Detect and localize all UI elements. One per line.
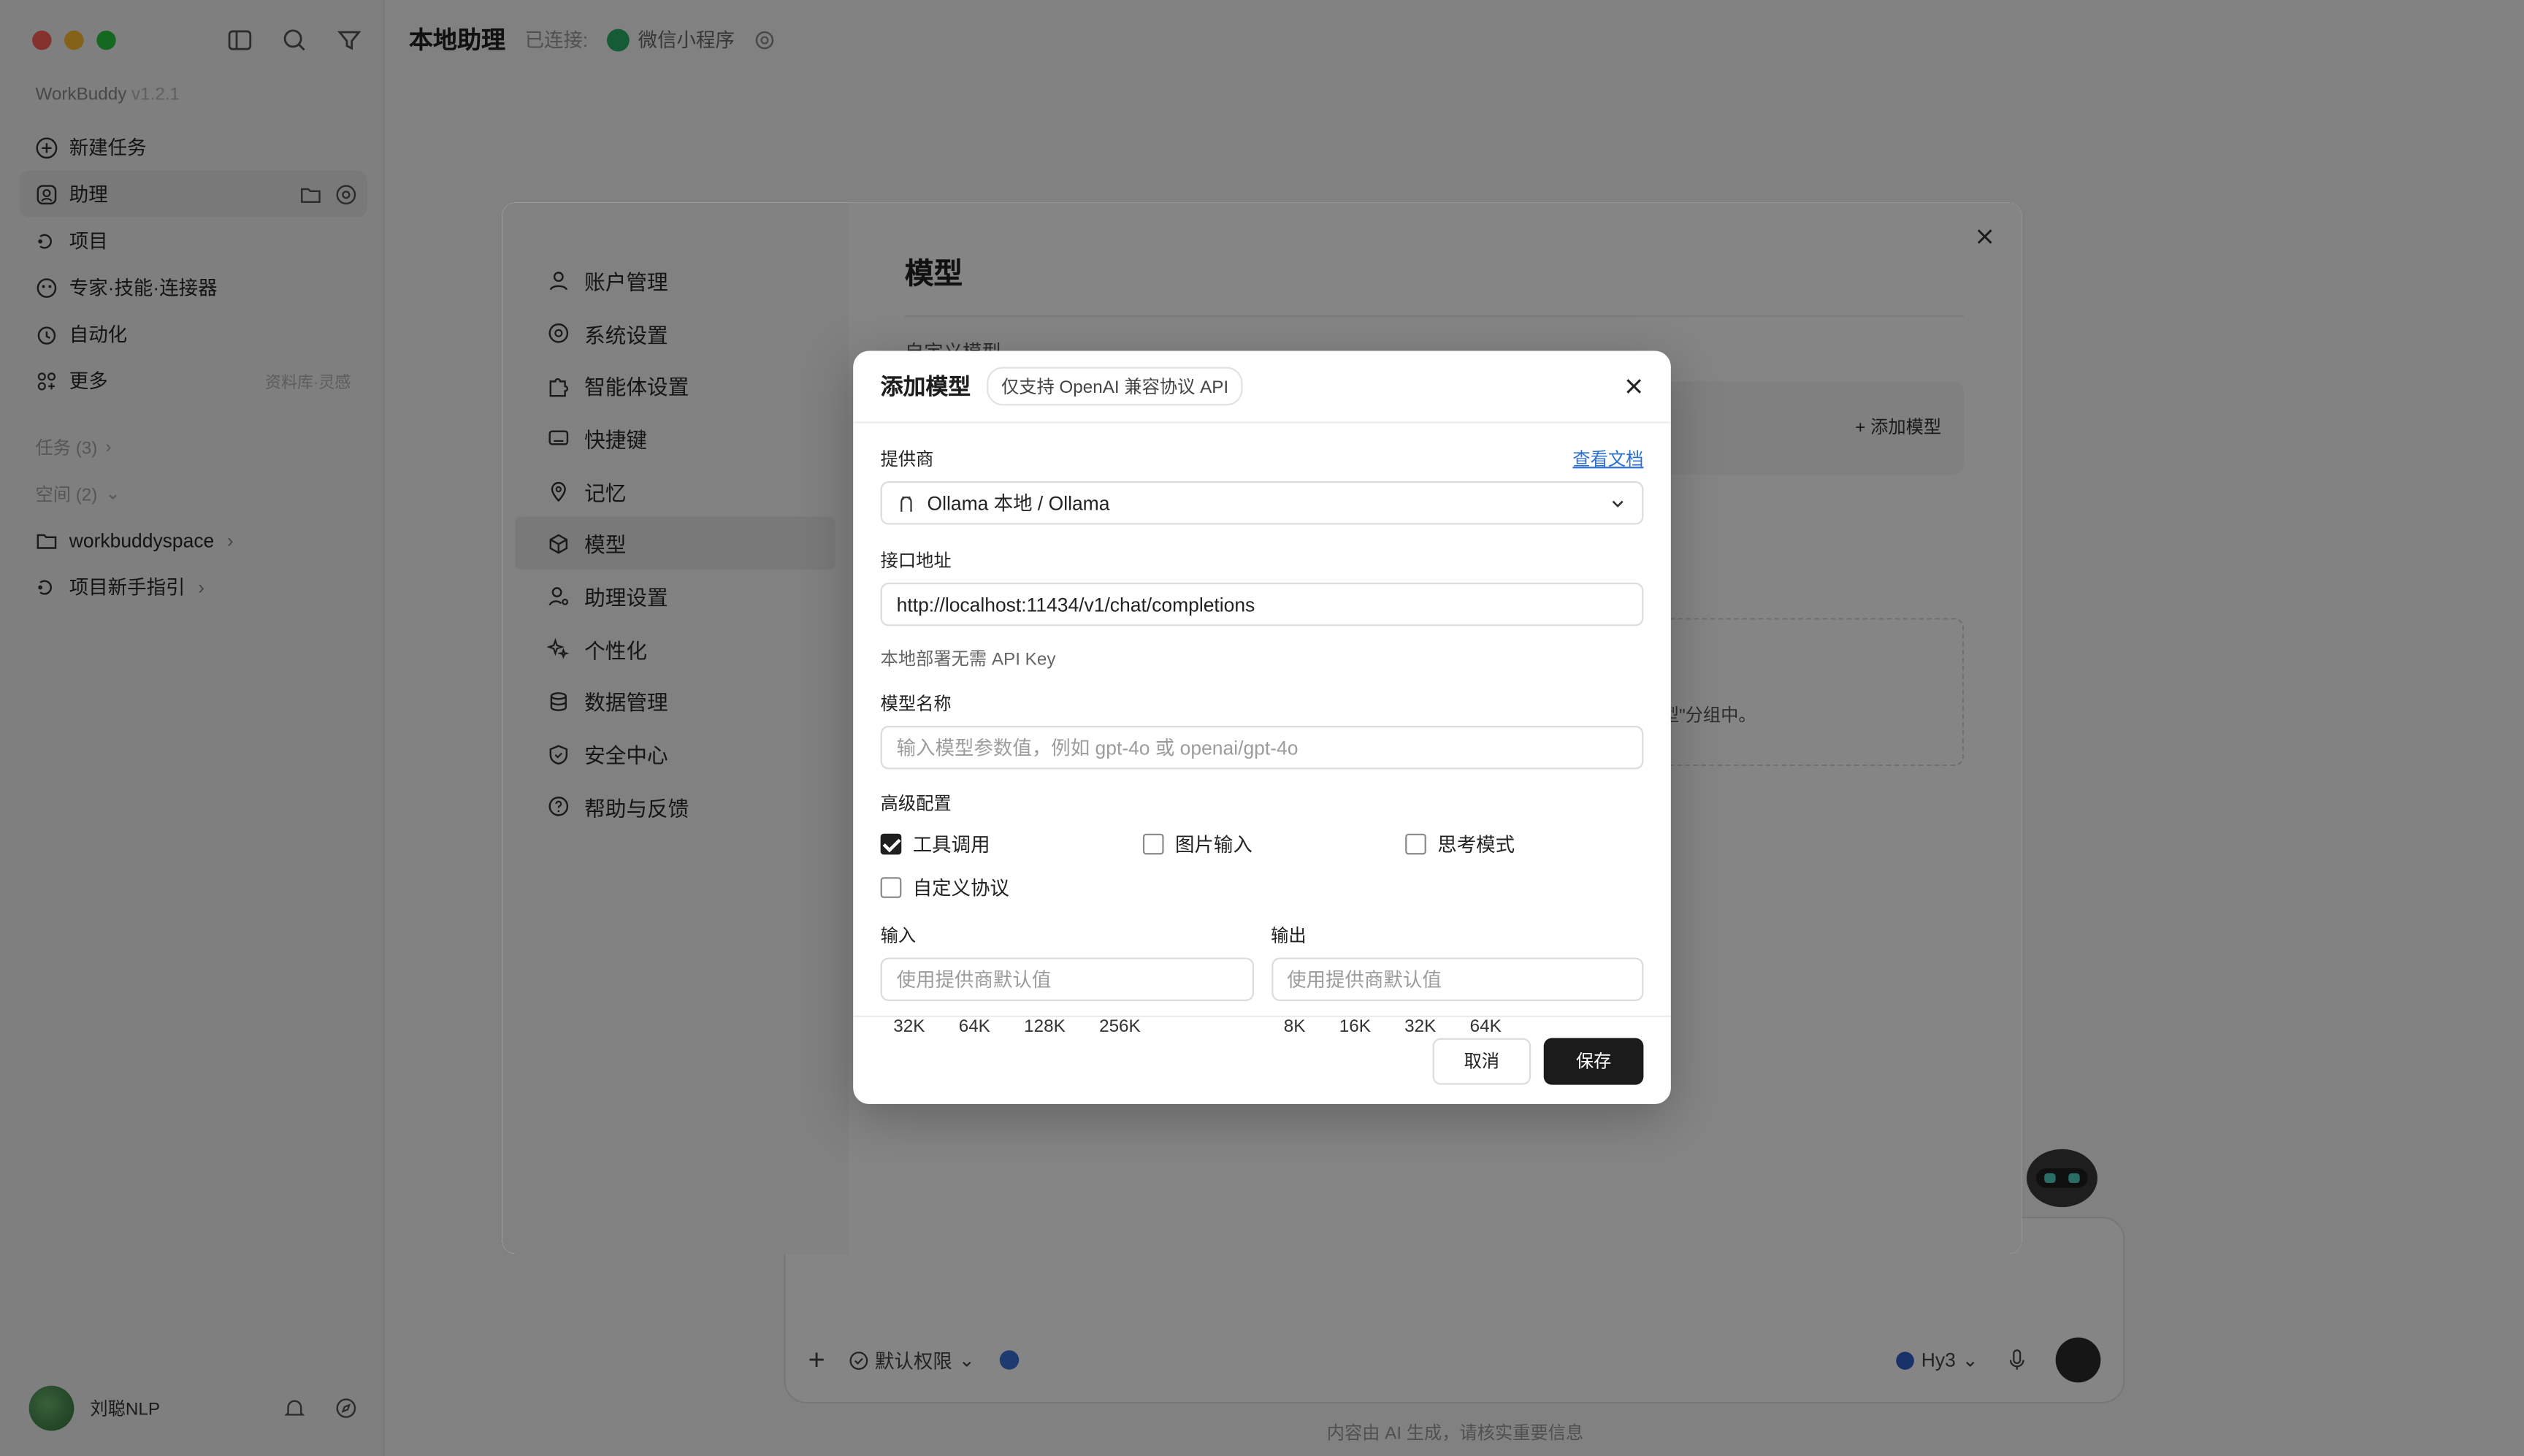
tool-calling-checkbox[interactable]: 工具调用 [880,830,1143,857]
dialog-header: 添加模型 仅支持 OpenAI 兼容协议 API [853,350,1671,424]
compat-badge: 仅支持 OpenAI 兼容协议 API [987,367,1244,406]
checkbox-label: 工具调用 [912,833,990,857]
checkbox-unchecked[interactable] [1142,833,1164,855]
checkbox-label: 思考模式 [1437,833,1515,857]
close-icon[interactable] [1624,377,1643,396]
output-limit-field[interactable]: 使用提供商默认值 [1271,957,1644,1001]
model-name-input[interactable]: 输入模型参数值，例如 gpt-4o 或 openai/gpt-4o [880,726,1644,770]
input-limit-field[interactable]: 使用提供商默认值 [880,957,1253,1001]
custom-protocol-checkbox[interactable]: 自定义协议 [880,874,1143,901]
api-key-note: 本地部署无需 API Key [880,650,1056,670]
cancel-button[interactable]: 取消 [1432,1037,1531,1084]
provider-label: 提供商 [880,451,934,470]
dialog-body: 提供商 查看文档 Ollama 本地 / Ollama 接口地址 http://… [853,446,1671,1036]
chevron-down-icon [1610,496,1626,512]
advanced-row: 高级配置 [881,790,1644,816]
thinking-mode-checkbox[interactable]: 思考模式 [1405,830,1647,857]
checkbox-label: 图片输入 [1174,833,1253,857]
provider-row: 提供商 查看文档 [881,446,1644,472]
dialog-footer: 取消 保存 [853,1015,1671,1104]
model-name-row: 模型名称 [881,691,1644,716]
checkbox-unchecked[interactable] [880,877,902,898]
provider-select[interactable]: Ollama 本地 / Ollama [880,481,1644,525]
dialog-title: 添加模型 [880,373,971,399]
advanced-options: 工具调用 图片输入 思考模式 自定义协议 [880,830,1647,901]
output-limit-label: 输出 [1271,927,1307,947]
endpoint-label: 接口地址 [880,552,952,572]
input-limit-label: 输入 [880,927,917,947]
image-input-checkbox[interactable]: 图片输入 [1142,830,1405,857]
checkbox-checked[interactable] [880,833,902,855]
add-model-dialog: 添加模型 仅支持 OpenAI 兼容协议 API 提供商 查看文档 Ollama… [853,350,1671,1105]
endpoint-input[interactable]: http://localhost:11434/v1/chat/completio… [880,582,1644,627]
advanced-label: 高级配置 [880,794,952,815]
provider-value: Ollama 本地 / Ollama [927,492,1110,516]
ollama-icon [897,494,916,513]
save-button[interactable]: 保存 [1543,1037,1644,1084]
checkbox-label: 自定义协议 [912,877,1010,900]
view-docs-link[interactable]: 查看文档 [1572,446,1643,472]
endpoint-row: 接口地址 [881,547,1644,572]
model-name-label: 模型名称 [880,695,952,715]
checkbox-unchecked[interactable] [1405,833,1426,855]
input-limit-row: 输入 [881,922,1253,948]
output-limit-row: 输出 [1271,922,1643,948]
